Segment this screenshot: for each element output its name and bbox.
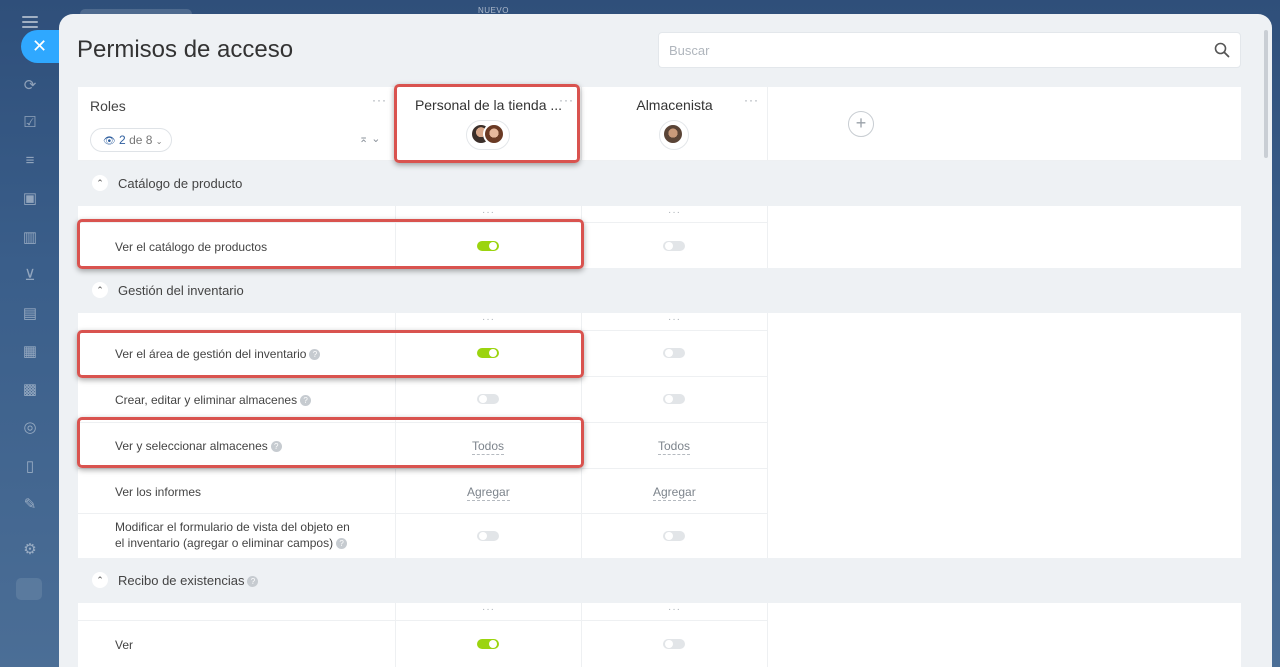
chevron-down-icon: ⌄ [155, 137, 163, 146]
search-box[interactable] [658, 32, 1241, 68]
toggle-switch[interactable] [477, 531, 499, 541]
permission-label: Ver y seleccionar almacenes? [115, 438, 282, 454]
table-row: Crear, editar y eliminar almacenes? [78, 376, 768, 422]
column-header-store-staff[interactable]: Personal de la tienda ... [396, 97, 581, 113]
calendar-icon[interactable]: ▦ [20, 342, 40, 362]
close-icon: ✕ [32, 36, 48, 56]
help-icon[interactable]: ? [336, 538, 348, 549]
search-icon[interactable] [1214, 42, 1230, 58]
counter-value: 2 [119, 133, 126, 147]
chevron-up-icon[interactable]: ⌃ [92, 282, 108, 298]
group-more-icon[interactable]: ··· [482, 314, 495, 325]
help-icon[interactable]: ? [270, 441, 282, 452]
permission-label: Ver los informes [115, 485, 202, 499]
warehouse-keeper-avatar[interactable] [659, 120, 689, 150]
value-link[interactable]: Todos [472, 439, 505, 455]
permission-label: Ver [115, 638, 134, 652]
tasks-icon[interactable]: ☑ [20, 113, 40, 133]
section-stock-receipt[interactable]: ⌃ Recibo de existencias? [78, 558, 1241, 603]
warehouse-icon[interactable]: ▩ [20, 380, 40, 400]
pen-icon[interactable]: ✎ [20, 495, 40, 515]
toggle-switch[interactable] [477, 241, 499, 251]
cart-icon[interactable]: ⊻ [20, 266, 40, 286]
scrollbar[interactable] [1264, 30, 1268, 158]
network-icon[interactable]: ⟳ [20, 76, 40, 96]
roles-more-icon[interactable]: ··· [372, 93, 387, 107]
chevron-up-icon[interactable]: ⌃ [92, 175, 108, 191]
group-more-icon[interactable]: ··· [668, 314, 681, 325]
permission-label: Ver el área de gestión del inventario? [115, 346, 321, 362]
help-icon[interactable]: ? [247, 576, 259, 587]
table-row: Ver el área de gestión del inventario? [78, 330, 768, 376]
funnel-icon[interactable]: ≡ [20, 151, 40, 171]
menu-icon[interactable] [22, 16, 38, 28]
section-title: Catálogo de producto [118, 176, 243, 191]
rail-item[interactable] [16, 578, 42, 600]
section-product-catalog[interactable]: ⌃ Catálogo de producto [78, 161, 1241, 206]
section-inventory-management[interactable]: ⌃ Gestión del inventario [78, 268, 1241, 313]
permission-label: Modificar el formulario de vista del obj… [115, 520, 350, 550]
toggle-switch[interactable] [663, 241, 685, 251]
permissions-table: Roles ··· 👁 2 de 8 ⌄ ⌅⌄ Personal de la t… [77, 84, 1241, 667]
toggle-switch[interactable] [477, 348, 499, 358]
section-title: Gestión del inventario [118, 283, 244, 298]
help-icon[interactable]: ? [309, 349, 321, 360]
help-icon[interactable]: ? [300, 395, 312, 406]
group-more-icon[interactable]: ··· [668, 207, 681, 218]
toggle-switch[interactable] [663, 531, 685, 541]
permission-label: Crear, editar y eliminar almacenes? [115, 392, 312, 408]
table-row: Ver los informes Agregar Agregar [78, 468, 768, 513]
analytics-icon[interactable]: ▥ [20, 228, 40, 248]
section-title: Recibo de existencias? [118, 573, 259, 588]
group-more-icon[interactable]: ··· [482, 604, 495, 615]
table-row: Ver [78, 620, 768, 666]
roles-label: Roles [90, 98, 126, 114]
collapse-expand-icon[interactable]: ⌅⌄ [359, 132, 383, 145]
toggle-switch[interactable] [663, 639, 685, 649]
toggle-switch[interactable] [477, 639, 499, 649]
toggle-switch[interactable] [477, 394, 499, 404]
table-row: Ver el catálogo de productos [78, 222, 768, 270]
column-more-icon[interactable]: ··· [559, 93, 574, 107]
group-more-icon[interactable]: ··· [482, 207, 495, 218]
value-link[interactable]: Todos [658, 439, 691, 455]
document-icon[interactable]: ▯ [20, 457, 40, 477]
toggle-switch[interactable] [663, 394, 685, 404]
avatar [662, 123, 684, 145]
chevron-up-icon[interactable]: ⌃ [92, 572, 108, 588]
toggle-switch[interactable] [663, 348, 685, 358]
robot-icon[interactable]: ▣ [20, 189, 40, 209]
roles-counter[interactable]: 👁 2 de 8 ⌄ [90, 128, 172, 152]
access-permissions-panel: Permisos de acceso Roles ··· 👁 2 de 8 ⌄ … [59, 14, 1272, 667]
search-input[interactable] [659, 33, 1179, 67]
group-more-icon[interactable]: ··· [668, 604, 681, 615]
id-card-icon[interactable]: ▤ [20, 304, 40, 324]
table-header: Roles ··· 👁 2 de 8 ⌄ ⌅⌄ Personal de la t… [78, 87, 1241, 161]
counter-suffix: de 8 [129, 133, 153, 147]
store-staff-avatars[interactable] [466, 120, 510, 150]
table-row: Ver y seleccionar almacenes? Todos Todos [78, 422, 768, 468]
table-row: Modificar el formulario de vista del obj… [78, 513, 768, 557]
value-link[interactable]: Agregar [653, 485, 696, 501]
target-icon[interactable]: ◎ [20, 418, 40, 438]
settings-icon[interactable]: ⚙ [20, 540, 40, 560]
page-title: Permisos de acceso [77, 36, 294, 63]
permission-label: Ver el catálogo de productos [115, 240, 268, 254]
column-header-warehouse-keeper[interactable]: Almacenista [582, 97, 767, 113]
value-link[interactable]: Agregar [467, 485, 510, 501]
add-role-button[interactable]: + [848, 111, 874, 137]
left-sidebar: ⟳ ☑ ≡ ▣ ▥ ⊻ ▤ ▦ ▩ ◎ ▯ ✎ ⚙ [0, 0, 60, 667]
column-more-icon[interactable]: ··· [744, 93, 759, 107]
eye-icon: 👁 [103, 136, 116, 147]
avatar [483, 123, 505, 145]
